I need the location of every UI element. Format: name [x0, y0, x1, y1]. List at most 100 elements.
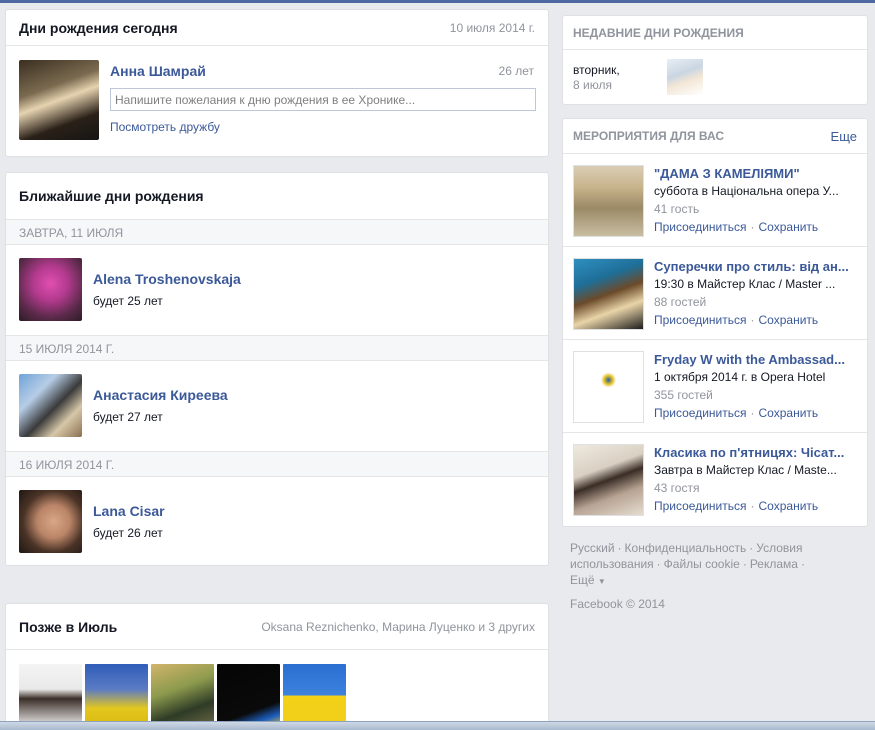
person-name-link[interactable]: Lana Cisar	[93, 503, 165, 519]
event-title-link[interactable]: "ДАМА З КАМЕЛІЯМИ"	[654, 166, 859, 181]
list-item: Fryday W with the Ambassad... 1 октября …	[563, 340, 867, 433]
event-title-link[interactable]: Класика по п'ятницях: Чісат...	[654, 445, 859, 460]
person-age: будет 25 лет	[93, 294, 163, 308]
footer-cookies-link[interactable]: Файлы cookie	[664, 557, 740, 571]
event-actions: Присоединиться · Сохранить	[654, 499, 818, 513]
footer-language-link[interactable]: Русский	[570, 541, 615, 555]
separator: ·	[750, 313, 755, 327]
recent-date: 8 июля	[573, 78, 612, 92]
later-title: Позже в Июль	[19, 618, 118, 635]
upcoming-title: Ближайшие дни рождения	[19, 188, 204, 204]
footer: Русский · Конфиденциальность · Условия испол…	[570, 540, 860, 612]
upcoming-header: Ближайшие дни рождения	[6, 173, 548, 219]
date-header: 15 ИЮЛЯ 2014 Г.	[6, 335, 548, 361]
later-names: Oksana Reznichenko, Марина Луценко и 3 д…	[261, 619, 535, 634]
avatar[interactable]	[85, 664, 148, 727]
event-time: 1 октября 2014 г. в Opera Hotel	[654, 370, 826, 384]
event-guests: 88 гостей	[654, 295, 707, 309]
copyright: Facebook © 2014	[570, 597, 665, 611]
footer-ads-link[interactable]: Реклама	[750, 557, 798, 571]
later-header: Позже в Июль Oksana Reznichenko, Марина …	[6, 604, 548, 650]
save-button[interactable]: Сохранить	[759, 220, 819, 234]
event-guests: 41 гость	[654, 202, 700, 216]
recent-title: НЕДАВНИЕ ДНИ РОЖДЕНИЯ	[573, 25, 744, 40]
caret-down-icon: ▼	[597, 577, 606, 586]
event-title-link[interactable]: Fryday W with the Ambassad...	[654, 352, 859, 367]
person-name-link[interactable]: Alena Troshenovskaja	[93, 271, 241, 287]
avatar[interactable]	[151, 664, 214, 727]
top-bar-edge	[0, 0, 875, 3]
later-avatars	[6, 650, 548, 727]
recent-day: вторник, 8 июля	[573, 63, 620, 93]
date-header: ЗАВТРА, 11 ИЮЛЯ	[6, 219, 548, 245]
footer-links: Русский · Конфиденциальность · Условия испол…	[570, 540, 860, 572]
events-card: МЕРОПРИЯТИЯ ДЛЯ ВАС Еще "ДАМА З КАМЕЛІЯМ…	[562, 118, 868, 527]
avatar[interactable]	[217, 664, 280, 727]
save-button[interactable]: Сохранить	[759, 313, 819, 327]
event-title-link[interactable]: Суперечки про стиль: від ан...	[654, 259, 859, 274]
recent-birthdays-card: НЕДАВНИЕ ДНИ РОЖДЕНИЯ вторник, 8 июля	[562, 15, 868, 105]
event-image[interactable]	[573, 444, 644, 516]
join-button[interactable]: Присоединиться	[654, 406, 747, 420]
event-actions: Присоединиться · Сохранить	[654, 406, 818, 420]
person-age: будет 26 лет	[93, 526, 163, 540]
events-title: МЕРОПРИЯТИЯ ДЛЯ ВАС	[573, 129, 725, 143]
event-image[interactable]	[573, 351, 644, 423]
avatar[interactable]	[283, 664, 346, 727]
event-actions: Присоединиться · Сохранить	[654, 313, 818, 327]
list-item: Lana Cisar будет 26 лет	[6, 477, 548, 567]
separator: ·	[750, 220, 755, 234]
event-actions: Присоединиться · Сохранить	[654, 220, 818, 234]
footer-more-link[interactable]: Ещё	[570, 573, 595, 587]
join-button[interactable]: Присоединиться	[654, 220, 747, 234]
recent-weekday: вторник,	[573, 63, 620, 77]
save-button[interactable]: Сохранить	[759, 499, 819, 513]
today-date: 10 июля 2014 г.	[449, 20, 535, 35]
person-name-link[interactable]: Анастасия Киреева	[93, 387, 228, 403]
save-button[interactable]: Сохранить	[759, 406, 819, 420]
recent-header: НЕДАВНИЕ ДНИ РОЖДЕНИЯ	[563, 16, 867, 50]
events-header: МЕРОПРИЯТИЯ ДЛЯ ВАС Еще	[563, 119, 867, 154]
avatar[interactable]	[19, 258, 82, 321]
events-more-link[interactable]: Еще	[831, 129, 857, 144]
footer-privacy-link[interactable]: Конфиденциальность	[625, 541, 747, 555]
separator: ·	[617, 541, 622, 555]
person-name-link[interactable]: Анна Шамрай	[110, 63, 206, 79]
list-item: Класика по п'ятницях: Чісат... Завтра в …	[563, 433, 867, 526]
separator: ·	[800, 557, 805, 571]
later-birthdays-card: Позже в Июль Oksana Reznichenko, Марина …	[5, 603, 549, 730]
separator: ·	[750, 406, 755, 420]
avatar[interactable]	[19, 664, 82, 727]
event-image[interactable]	[573, 258, 644, 330]
upcoming-birthdays-card: Ближайшие дни рождения ЗАВТРА, 11 ИЮЛЯ A…	[5, 172, 549, 566]
event-guests: 43 гостя	[654, 481, 700, 495]
event-image[interactable]	[573, 165, 644, 237]
join-button[interactable]: Присоединиться	[654, 313, 747, 327]
event-time: Завтра в Майстер Клас / Maste...	[654, 463, 837, 477]
person-age: будет 27 лет	[93, 410, 163, 424]
separator: ·	[742, 557, 747, 571]
footer-more[interactable]: Ещё ▼	[570, 572, 860, 590]
see-friendship-link[interactable]: Посмотреть дружбу	[110, 120, 220, 134]
avatar[interactable]	[19, 490, 82, 553]
list-item: Анастасия Киреева будет 27 лет	[6, 361, 548, 451]
avatar[interactable]	[19, 60, 99, 140]
list-item: Alena Troshenovskaja будет 25 лет	[6, 245, 548, 335]
birthdays-today-title: Дни рождения сегодня	[19, 19, 178, 36]
list-item: Суперечки про стиль: від ан... 19:30 в М…	[563, 247, 867, 340]
separator: ·	[750, 499, 755, 513]
avatar[interactable]	[19, 374, 82, 437]
birthdays-today-header: Дни рождения сегодня 10 июля 2014 г.	[6, 10, 548, 46]
birthdays-today-card: Дни рождения сегодня 10 июля 2014 г. Анн…	[5, 9, 549, 157]
taskbar	[0, 721, 875, 730]
event-time: 19:30 в Майстер Клас / Master ...	[654, 277, 836, 291]
separator: ·	[656, 557, 661, 571]
avatar[interactable]	[667, 59, 703, 95]
birthday-wish-input[interactable]	[110, 88, 536, 111]
join-button[interactable]: Присоединиться	[654, 499, 747, 513]
date-header: 16 ИЮЛЯ 2014 Г.	[6, 451, 548, 477]
list-item: "ДАМА З КАМЕЛІЯМИ" суббота в Національна…	[563, 154, 867, 247]
person-age: 26 лет	[498, 64, 534, 78]
event-guests: 355 гостей	[654, 388, 713, 402]
event-time: суббота в Національна опера У...	[654, 184, 839, 198]
